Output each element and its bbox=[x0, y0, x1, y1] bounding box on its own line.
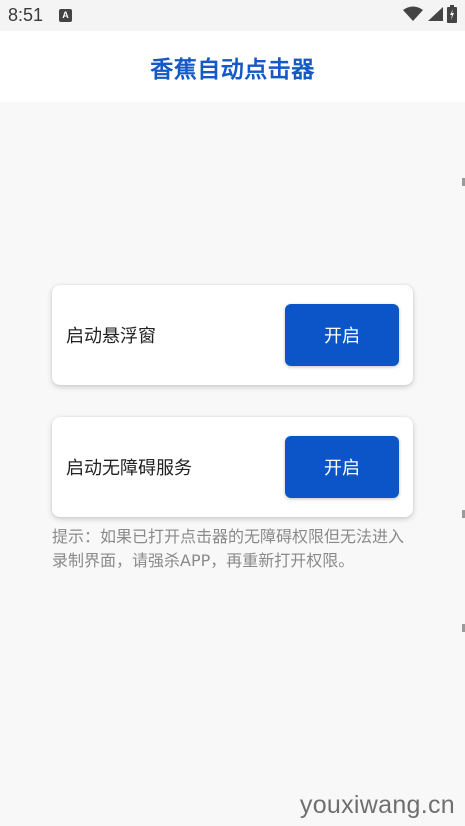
signal-icon bbox=[427, 6, 443, 26]
hint-text: 提示：如果已打开点击器的无障碍权限但无法进入录制界面，请强杀APP，再重新打开权… bbox=[52, 527, 405, 570]
watermark-text: youxiwang.cn bbox=[299, 791, 455, 819]
accessibility-service-card: 启动无障碍服务 开启 bbox=[52, 417, 413, 517]
floating-window-label: 启动悬浮窗 bbox=[66, 326, 156, 347]
page-title: 香蕉自动点击器 bbox=[150, 56, 315, 83]
status-icons bbox=[403, 4, 457, 27]
app-screen: 8:51 A 香蕉自动点击器 启动悬浮窗 开启 启动无障碍服务 开启 提示：如果… bbox=[0, 0, 465, 826]
enable-floating-window-button[interactable]: 开启 bbox=[285, 304, 399, 366]
notification-app-icon: A bbox=[59, 9, 73, 22]
battery-icon bbox=[447, 4, 457, 27]
wifi-icon bbox=[403, 6, 423, 26]
accessibility-service-label: 启动无障碍服务 bbox=[66, 458, 192, 479]
floating-window-card: 启动悬浮窗 开启 bbox=[52, 285, 413, 385]
status-time: 8:51 bbox=[8, 5, 44, 25]
app-header: 香蕉自动点击器 bbox=[0, 31, 465, 102]
enable-accessibility-service-button[interactable]: 开启 bbox=[285, 436, 399, 498]
status-bar: 8:51 A bbox=[0, 0, 465, 31]
